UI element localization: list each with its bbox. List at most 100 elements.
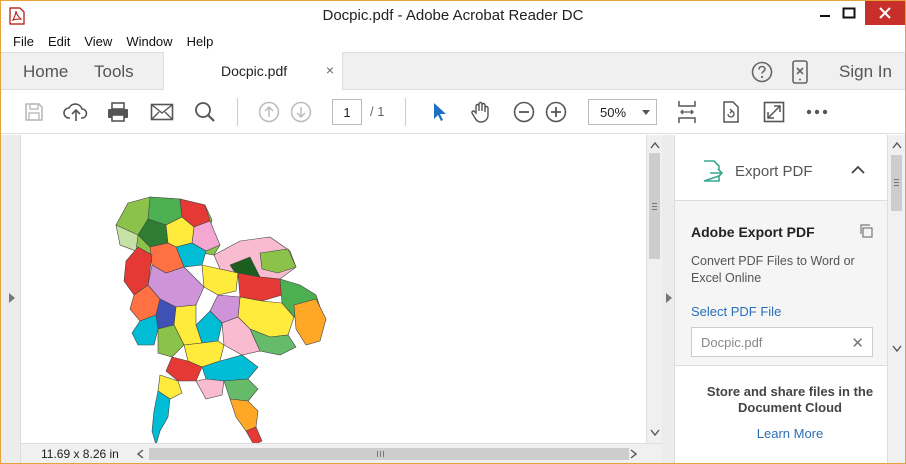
tab-tools[interactable]: Tools xyxy=(94,62,134,82)
menu-edit[interactable]: Edit xyxy=(48,34,70,49)
document-horizontal-scrollbar[interactable] xyxy=(133,446,645,462)
upload-button[interactable] xyxy=(63,99,89,125)
maximize-icon xyxy=(842,7,856,19)
toolbar: 1 / 1 50% xyxy=(1,90,905,134)
menu-bar: File Edit View Window Help xyxy=(1,31,905,52)
save-icon xyxy=(25,103,43,121)
close-window-button[interactable] xyxy=(865,1,905,25)
select-pdf-file-link[interactable]: Select PDF File xyxy=(691,304,781,319)
minimize-icon xyxy=(820,15,830,17)
close-tab-button[interactable]: × xyxy=(326,62,334,78)
horizontal-scroll-thumb[interactable] xyxy=(149,448,629,460)
print-button[interactable] xyxy=(105,99,131,125)
toolbar-separator xyxy=(405,98,406,126)
save-button[interactable] xyxy=(21,99,47,125)
clear-file-button[interactable]: ✕ xyxy=(851,334,864,352)
search-button[interactable] xyxy=(192,99,218,125)
pdf-page[interactable] xyxy=(22,135,646,445)
expand-left-icon xyxy=(9,293,15,303)
map-image xyxy=(115,196,327,445)
collapse-right-pane-icon xyxy=(666,293,672,303)
page-number-input[interactable]: 1 xyxy=(332,99,362,125)
selected-file-name: Docpic.pdf xyxy=(701,335,763,350)
grip-icon xyxy=(652,203,657,204)
page-size-label: 11.69 x 8.26 in xyxy=(41,447,119,461)
export-description: Convert PDF Files to Word or Excel Onlin… xyxy=(691,254,855,285)
cloud-promo-text: Store and share files in the Document Cl… xyxy=(706,384,874,415)
fit-page-button[interactable] xyxy=(674,99,700,125)
export-pdf-icon xyxy=(703,160,723,182)
document-area: 11.69 x 8.26 in xyxy=(1,135,662,463)
menu-view[interactable]: View xyxy=(84,34,112,49)
pane-scroll-thumb[interactable] xyxy=(891,155,902,211)
pane-vertical-scrollbar[interactable] xyxy=(887,135,905,463)
close-icon xyxy=(879,7,891,19)
hand-tool-button[interactable] xyxy=(468,99,494,125)
select-tool-button[interactable] xyxy=(426,99,452,125)
upload-icon xyxy=(63,103,88,121)
tab-bar: Home Tools Docpic.pdf × Sign In xyxy=(1,52,905,91)
export-pdf-header[interactable]: Export PDF xyxy=(675,135,887,201)
window-title: Docpic.pdf - Adobe Acrobat Reader DC xyxy=(322,7,584,24)
grip-icon xyxy=(894,179,899,180)
menu-file[interactable]: File xyxy=(13,34,34,49)
prev-page-button[interactable] xyxy=(256,99,282,125)
email-button[interactable] xyxy=(149,99,175,125)
right-pane-toggle[interactable] xyxy=(662,135,675,463)
export-pdf-pane: Export PDF Adobe Export PDF Convert PDF … xyxy=(675,135,887,463)
grip-icon xyxy=(377,451,378,457)
learn-more-link[interactable]: Learn More xyxy=(675,426,887,441)
toolbar-separator xyxy=(237,98,238,126)
export-heading: Adobe Export PDF xyxy=(691,224,815,240)
tab-document[interactable]: Docpic.pdf × xyxy=(163,52,343,91)
export-pdf-body: Adobe Export PDF Convert PDF Files to Wo… xyxy=(675,201,887,363)
fit-page-icon xyxy=(678,101,696,123)
zoom-out-button[interactable] xyxy=(511,99,537,125)
zoom-select[interactable]: 50% xyxy=(588,99,657,125)
more-tools-button[interactable] xyxy=(804,99,830,125)
prev-page-icon xyxy=(258,101,280,123)
export-settings-icon[interactable] xyxy=(858,223,874,239)
scroll-left-icon[interactable] xyxy=(136,449,144,459)
select-cursor-icon xyxy=(434,103,446,121)
chevron-up-icon[interactable] xyxy=(851,165,865,175)
chevron-down-icon xyxy=(642,110,650,115)
document-cloud-promo: Store and share files in the Document Cl… xyxy=(675,365,887,463)
scroll-right-icon[interactable] xyxy=(630,449,638,459)
status-bar: 11.69 x 8.26 in xyxy=(21,443,662,463)
document-vertical-scrollbar[interactable] xyxy=(646,135,662,443)
search-icon xyxy=(195,102,215,122)
more-icon xyxy=(806,109,828,115)
selected-file-field[interactable]: Docpic.pdf ✕ xyxy=(691,327,873,357)
tab-home[interactable]: Home xyxy=(23,62,68,82)
zoom-out-icon xyxy=(513,101,535,123)
menu-help[interactable]: Help xyxy=(187,34,214,49)
zoom-value: 50% xyxy=(600,105,627,120)
next-page-icon xyxy=(290,101,312,123)
fullscreen-icon xyxy=(763,101,785,123)
maximize-button[interactable] xyxy=(833,1,865,25)
scroll-up-icon[interactable] xyxy=(650,141,660,149)
fullscreen-button[interactable] xyxy=(761,99,787,125)
scroll-down-icon[interactable] xyxy=(892,345,902,353)
app-window: Docpic.pdf - Adobe Acrobat Reader DC Fil… xyxy=(0,0,906,464)
hand-tool-icon xyxy=(471,101,489,123)
zoom-in-button[interactable] xyxy=(543,99,569,125)
email-icon xyxy=(150,103,174,121)
export-pdf-title: Export PDF xyxy=(735,163,813,180)
scroll-up-icon[interactable] xyxy=(892,141,902,149)
rotate-button[interactable] xyxy=(718,99,744,125)
rotate-icon xyxy=(723,101,739,123)
mobile-link-icon[interactable] xyxy=(790,60,810,84)
document-tab-label: Docpic.pdf xyxy=(221,63,288,79)
next-page-button[interactable] xyxy=(288,99,314,125)
title-bar: Docpic.pdf - Adobe Acrobat Reader DC xyxy=(1,1,905,31)
left-pane-toggle[interactable] xyxy=(1,135,21,463)
help-icon[interactable] xyxy=(751,61,773,83)
vertical-scroll-thumb[interactable] xyxy=(649,153,660,259)
page-total: / 1 xyxy=(370,104,385,119)
scroll-down-icon[interactable] xyxy=(650,429,660,437)
zoom-in-icon xyxy=(545,101,567,123)
menu-window[interactable]: Window xyxy=(126,34,172,49)
sign-in-link[interactable]: Sign In xyxy=(839,62,892,82)
